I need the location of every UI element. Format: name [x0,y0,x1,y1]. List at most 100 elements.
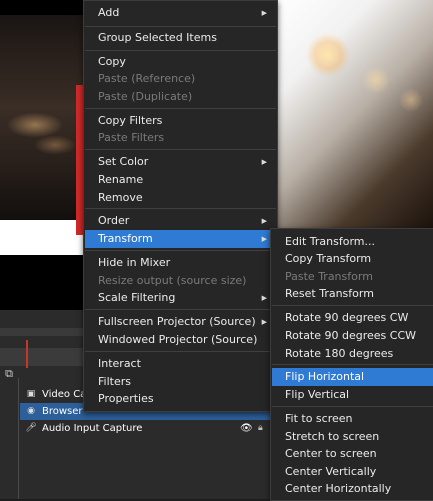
menu-item-label: Remove [98,191,143,204]
menu-item-windowed-projector[interactable]: Windowed Projector (Source) [85,331,276,349]
menu-item-interact[interactable]: Interact [85,355,276,373]
microphone-icon: 🎤︎ [25,423,37,433]
menu-item-center-to-screen[interactable]: Center to screen [272,445,433,463]
visibility-eye-icon[interactable]: 👁︎ [240,420,253,437]
menu-item-label: Center Vertically [285,465,377,478]
menu-separator [85,208,276,209]
menu-item-label: Center to screen [285,447,377,460]
menu-item-label: Edit Transform... [285,235,376,248]
source-name: Browser [42,406,83,417]
menu-item-label: Set Color [98,155,149,168]
menu-item-rename[interactable]: Rename [85,171,276,189]
submenu-arrow-icon: ▶ [261,217,267,225]
menu-item-label: Group Selected Items [98,31,217,44]
menu-item-label: Order [98,214,130,227]
menu-separator [272,406,433,407]
menu-item-edit-transform[interactable]: Edit Transform... [272,233,433,251]
menu-separator [85,149,276,150]
menu-item-label: Interact [98,357,141,370]
menu-item-flip-horizontal[interactable]: Flip Horizontal [272,368,433,386]
menu-item-label: Flip Horizontal [285,370,365,383]
menu-item-label: Paste Transform [285,270,373,283]
menu-separator [272,305,433,306]
menu-item-label: Stretch to screen [285,430,380,443]
dock-divider [18,378,19,499]
menu-item-paste-filters: Paste Filters [85,129,276,147]
submenu-arrow-icon: ▶ [261,9,267,17]
menu-item-label: Paste Filters [98,131,165,144]
camera-icon: ▣ [26,389,36,399]
menu-separator [85,50,276,51]
menu-item-rotate-180[interactable]: Rotate 180 degrees [272,345,433,363]
menu-item-label: Copy Transform [285,252,372,265]
menu-item-label: Fit to screen [285,412,353,425]
menu-item-add[interactable]: Add ▶ [85,4,276,22]
menu-item-rotate-cw[interactable]: Rotate 90 degrees CW [272,309,433,327]
menu-item-center-horizontally[interactable]: Center Horizontally [272,480,433,498]
menu-item-properties[interactable]: Properties [85,390,276,408]
menu-item-group-selected[interactable]: Group Selected Items [85,29,276,47]
menu-item-label: Windowed Projector (Source) [98,333,258,346]
browser-icon: ◉ [27,406,35,416]
menu-item-label: Add [98,6,120,19]
menu-item-transform[interactable]: Transform ▶ [85,230,276,248]
submenu-arrow-icon: ▶ [261,158,267,166]
menu-item-resize-output: Resize output (source size) [85,272,276,290]
menu-item-label: Copy Filters [98,114,163,127]
menu-item-label: Paste (Duplicate) [98,90,193,103]
submenu-arrow-icon: ▶ [261,235,267,243]
menu-item-label: Rotate 90 degrees CW [285,311,409,324]
menu-item-fit-to-screen[interactable]: Fit to screen [272,410,433,428]
source-context-menu: Add ▶ Group Selected Items Copy Paste (R… [83,0,278,412]
source-item[interactable]: 🎤︎ Audio Input Capture 👁︎ 🔒︎ [20,420,280,437]
menu-item-label: Copy [98,55,126,68]
menu-item-rotate-ccw[interactable]: Rotate 90 degrees CCW [272,327,433,345]
lightbulb-image-left [0,15,85,220]
menu-separator [85,250,276,251]
submenu-arrow-icon: ▶ [261,318,267,326]
scene-filter-icon[interactable]: ⧉ [2,367,16,381]
menu-item-label: Paste (Reference) [98,72,196,85]
menu-item-copy[interactable]: Copy [85,53,276,71]
menu-separator [85,351,276,352]
menu-item-remove[interactable]: Remove [85,189,276,207]
menu-item-label: Hide in Mixer [98,256,171,269]
transform-submenu: Edit Transform... Copy Transform Paste T… [270,228,433,501]
menu-item-label: Scale Filtering [98,291,176,304]
menu-item-label: Center Horizontally [285,482,392,495]
menu-item-label: Rotate 90 degrees CCW [285,329,417,342]
menu-item-paste-reference: Paste (Reference) [85,70,276,88]
source-name: Audio Input Capture [42,423,143,434]
menu-separator [272,364,433,365]
menu-item-hide-in-mixer[interactable]: Hide in Mixer [85,254,276,272]
submenu-arrow-icon: ▶ [261,294,267,302]
menu-item-label: Reset Transform [285,287,374,300]
menu-item-label: Rotate 180 degrees [285,347,394,360]
lightbulb-image-right [276,0,433,230]
menu-item-reset-transform[interactable]: Reset Transform [272,285,433,303]
menu-item-stretch-to-screen[interactable]: Stretch to screen [272,428,433,446]
menu-item-center-vertically[interactable]: Center Vertically [272,463,433,481]
menu-item-fullscreen-projector[interactable]: Fullscreen Projector (Source) ▶ [85,313,276,331]
menu-item-label: Flip Vertical [285,388,350,401]
menu-separator [85,108,276,109]
menu-item-paste-duplicate: Paste (Duplicate) [85,88,276,106]
menu-item-label: Fullscreen Projector (Source) [98,315,256,328]
menu-item-flip-vertical[interactable]: Flip Vertical [272,386,433,404]
menu-item-copy-filters[interactable]: Copy Filters [85,112,276,130]
menu-item-order[interactable]: Order ▶ [85,212,276,230]
menu-item-label: Properties [98,392,154,405]
menu-item-label: Transform [98,232,153,245]
lock-icon[interactable]: 🔒︎ [258,420,263,437]
menu-separator [85,26,276,27]
menu-item-scale-filtering[interactable]: Scale Filtering ▶ [85,289,276,307]
menu-item-set-color[interactable]: Set Color ▶ [85,153,276,171]
menu-item-label: Resize output (source size) [98,274,247,287]
menu-item-label: Filters [98,375,131,388]
timeline-marker[interactable] [26,340,28,368]
menu-item-paste-transform: Paste Transform [272,268,433,286]
menu-item-label: Rename [98,173,144,186]
menu-item-filters[interactable]: Filters [85,373,276,391]
selection-bounding-edge[interactable] [76,85,83,235]
menu-item-copy-transform[interactable]: Copy Transform [272,250,433,268]
